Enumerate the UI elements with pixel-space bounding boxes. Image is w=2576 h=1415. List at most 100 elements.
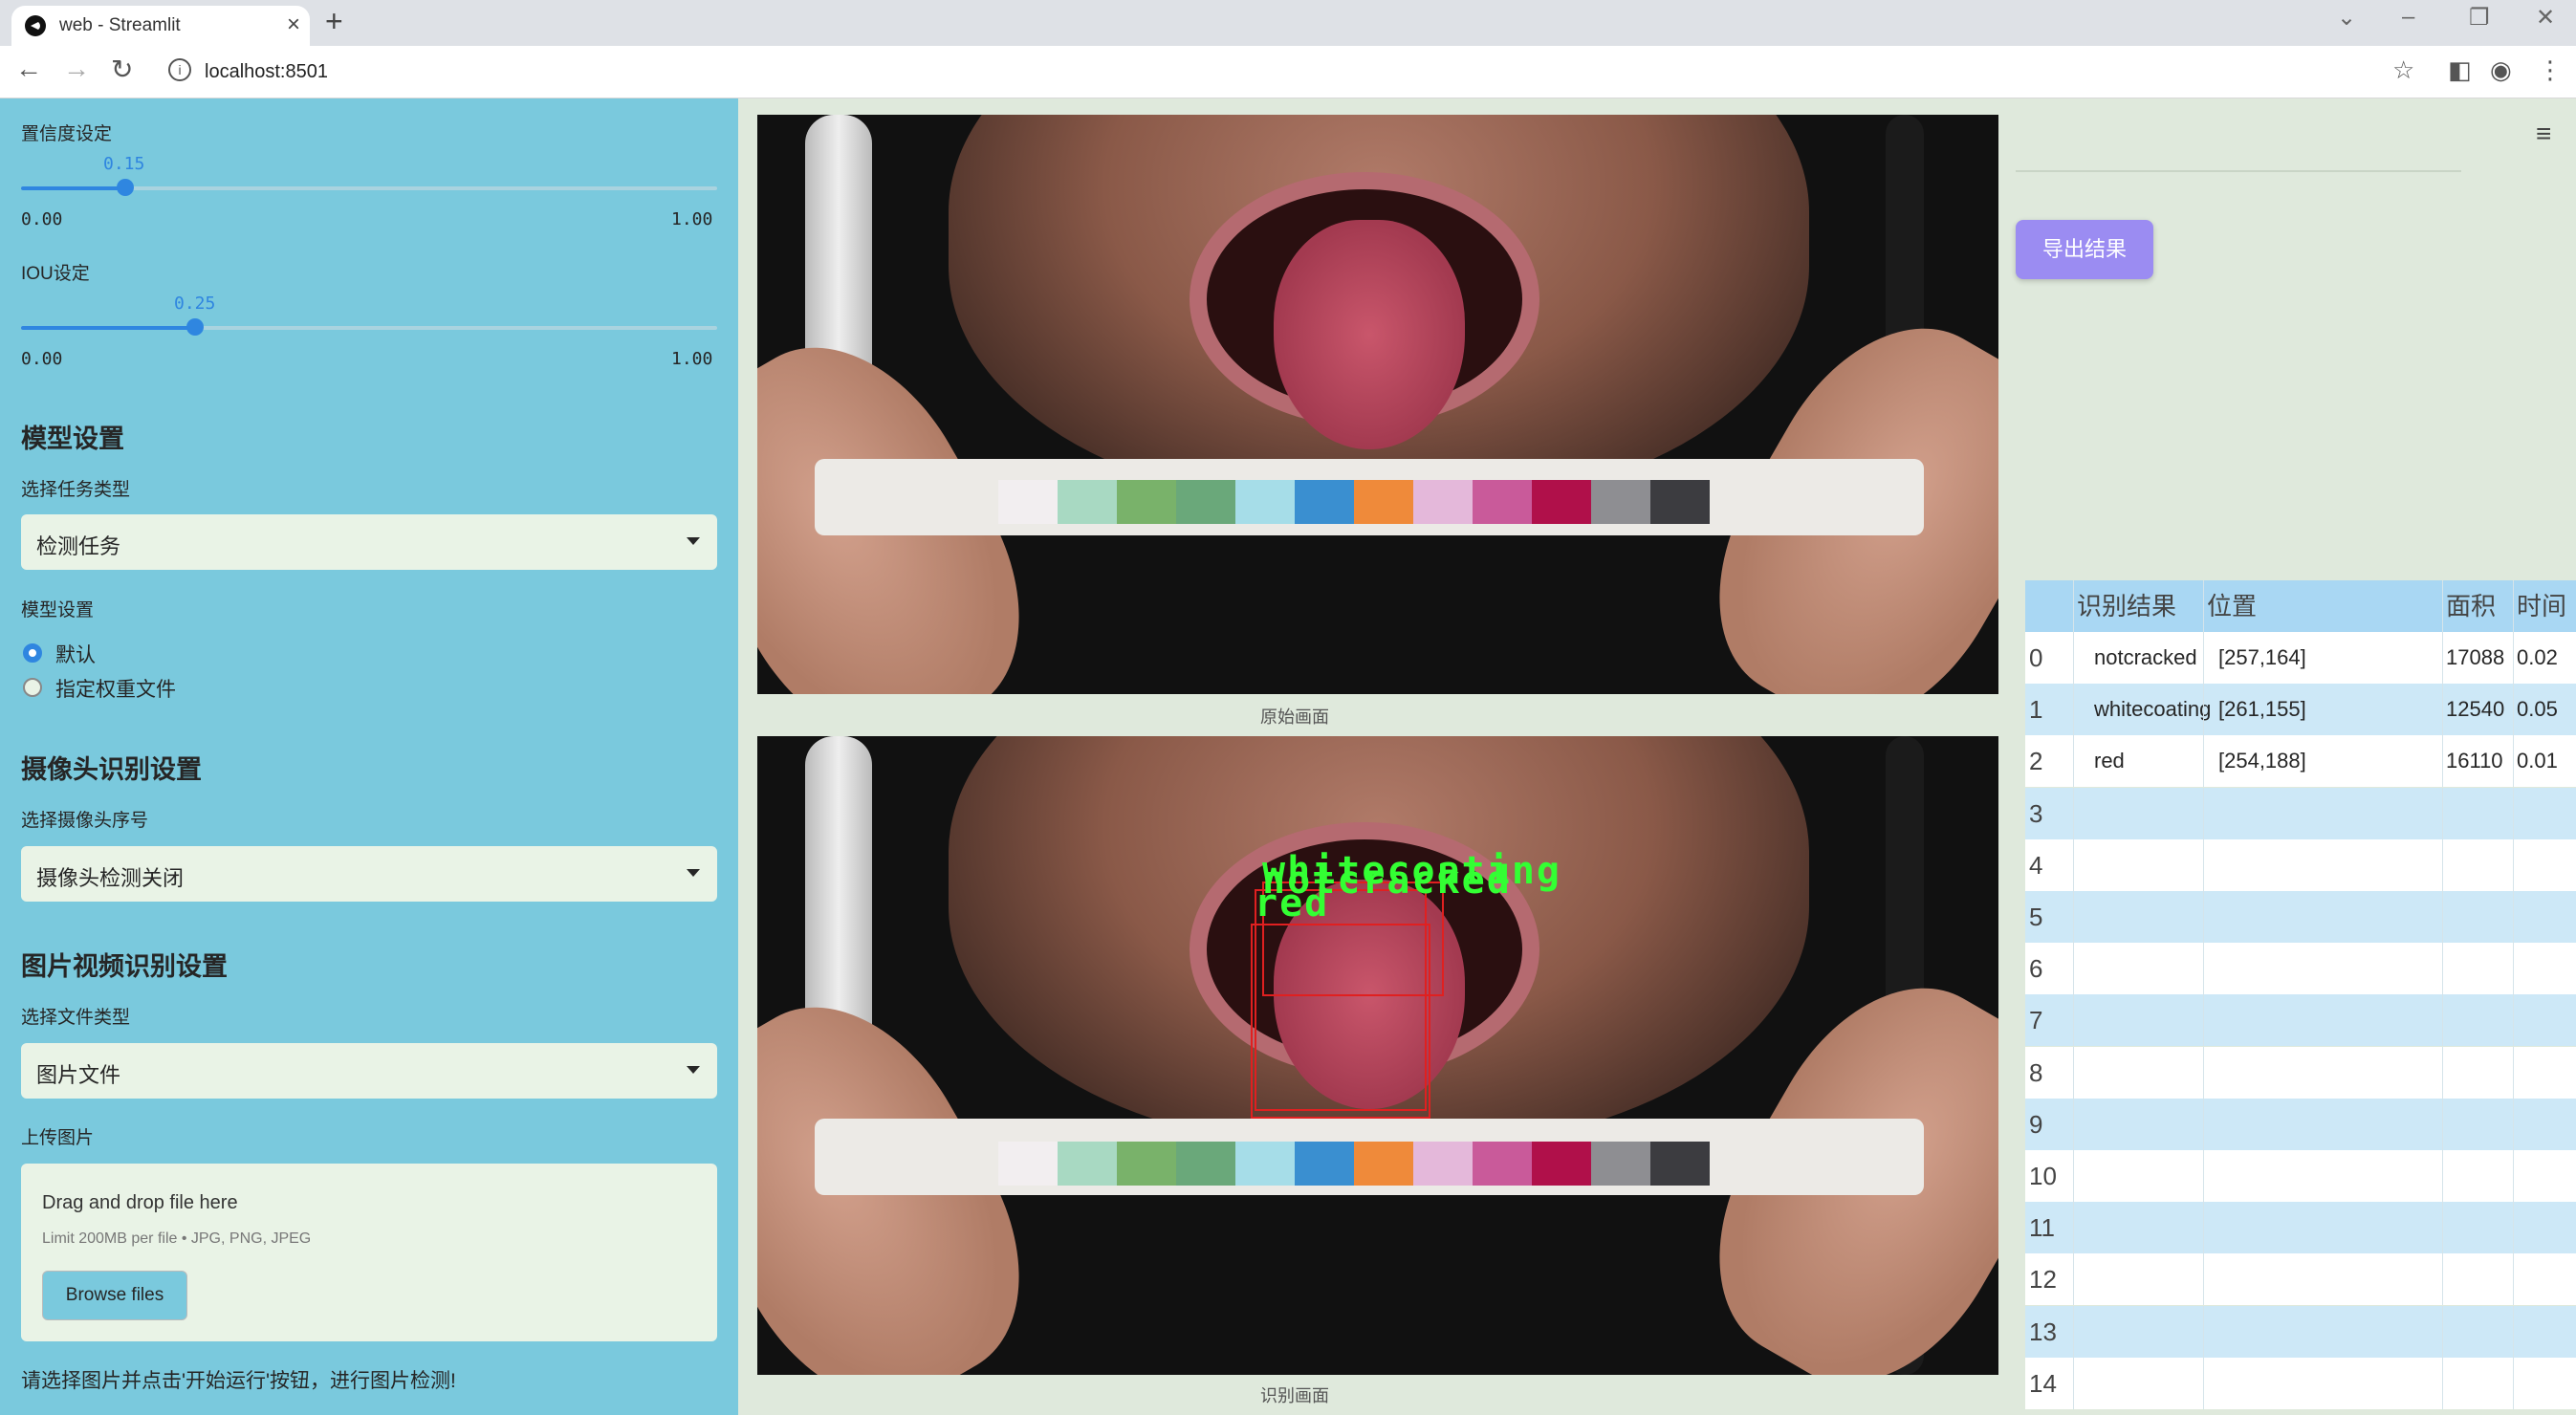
color-swatch [1591,1142,1650,1186]
color-swatch [1473,480,1532,524]
task-type-select[interactable]: 检测任务 [21,514,717,570]
table-row[interactable]: 3 [2025,787,2576,839]
table-row[interactable]: 1 whitecoating [261,155] 12540 0.05 [2025,684,2576,736]
column-separator [2073,1150,2074,1202]
color-swatch [1235,1142,1295,1186]
column-separator [2073,787,2074,839]
table-row[interactable]: 9 [2025,1098,2576,1150]
table-row[interactable]: 0 notcracked [257,164] 17088 0.02 [2025,632,2576,684]
url-field[interactable]: i localhost:8501 [157,54,2433,90]
table-cell: [261,155] [2218,697,2306,722]
bookmark-star-icon[interactable]: ☆ [2392,55,2414,85]
table-row[interactable]: 12 [2025,1253,2576,1306]
color-swatch [1650,1142,1710,1186]
iou-slider[interactable] [21,318,717,336]
table-cell [2094,1253,2224,1305]
restore-icon[interactable]: ❐ [2469,4,2490,32]
column-separator [2203,943,2204,995]
confidence-slider-thumb[interactable] [117,179,135,196]
radio-default-label[interactable]: 默认 [55,640,96,668]
column-separator [2513,1202,2514,1254]
camera-section-title: 摄像头识别设置 [21,755,202,784]
column-separator [2442,1305,2443,1358]
column-separator [2513,1150,2514,1202]
table-cell [2218,1047,2434,1099]
tab-search-icon[interactable]: ⌄ [2337,4,2356,32]
column-separator [2073,684,2074,736]
streamlit-favicon-icon [25,15,46,36]
table-cell [2517,943,2576,994]
radio-default[interactable] [23,643,42,663]
divider [2016,170,2461,172]
table-cell [2446,839,2513,891]
export-results-button[interactable]: 导出结果 [2016,220,2153,279]
tongue [1274,220,1465,449]
side-panel-icon[interactable]: ◧ [2448,55,2472,85]
close-tab-icon[interactable]: × [287,11,300,38]
table-cell [2094,891,2224,943]
confidence-label: 置信度设定 [21,124,113,144]
iou-slider-thumb[interactable] [186,318,204,336]
browser-menu-icon[interactable]: ⋮ [2538,55,2563,85]
table-row[interactable]: 11 [2025,1202,2576,1254]
color-swatch [1176,1142,1235,1186]
table-cell [2218,1099,2434,1150]
table-cell [2517,1253,2576,1305]
minimize-icon[interactable]: – [2402,4,2414,31]
table-cell: 9 [2029,1109,2043,1139]
site-info-icon[interactable]: i [168,58,191,81]
color-swatch [1591,480,1650,524]
file-type-select[interactable]: 图片文件 [21,1043,717,1099]
color-swatch [1058,480,1117,524]
table-row[interactable]: 14 [2025,1357,2576,1409]
column-separator [2513,580,2514,632]
browse-files-button[interactable]: Browse files [42,1271,187,1320]
url-text[interactable]: localhost:8501 [205,61,328,83]
table-cell: 8 [2029,1057,2043,1087]
table-cell: 12 [2029,1265,2057,1295]
table-cell: [254,188] [2218,749,2306,773]
table-row[interactable]: 4 [2025,838,2576,891]
table-row[interactable]: 8 [2025,1046,2576,1099]
table-cell [2094,943,2224,994]
profile-avatar-icon[interactable]: ◉ [2490,55,2512,85]
column-separator [2513,684,2514,736]
radio-custom-weights-label[interactable]: 指定权重文件 [55,674,176,703]
table-cell [2094,1047,2224,1099]
table-row[interactable]: 13 [2025,1305,2576,1358]
column-separator [2513,994,2514,1047]
table-cell [2517,1099,2576,1150]
file-dropzone[interactable]: Drag and drop file here Limit 200MB per … [21,1164,717,1341]
address-bar: ← → ↻ i localhost:8501 ☆ ◧ ◉ ⋮ [0,46,2576,98]
table-row[interactable]: 6 [2025,943,2576,995]
browser-tab[interactable]: web - Streamlit × [11,6,310,46]
table-cell: 11 [2029,1213,2055,1243]
forward-icon[interactable]: → [63,54,90,84]
table-cell [2517,1202,2576,1253]
result-image: whitecoating notcracked red [757,736,1998,1375]
hamburger-menu-icon[interactable]: ≡ [2536,119,2551,149]
table-row[interactable]: 10 [2025,1150,2576,1202]
window-close-icon[interactable]: ✕ [2536,4,2555,32]
radio-custom-weights[interactable] [23,678,42,697]
new-tab-button[interactable]: + [325,4,343,39]
table-cell: 2 [2029,747,2043,776]
back-icon[interactable]: ← [15,54,42,84]
table-row[interactable]: 5 [2025,891,2576,943]
detection-hint: 请选择图片并点击'开始运行'按钮，进行图片检测! [21,1370,456,1392]
table-cell [2218,839,2434,891]
table-row[interactable]: 7 [2025,994,2576,1047]
column-separator [2513,1253,2514,1306]
table-cell [2446,891,2513,943]
column-separator [2073,943,2074,995]
table-cell [2218,1306,2434,1358]
table-row[interactable]: 2 red [254,188] 16110 0.01 [2025,735,2576,788]
confidence-max: 1.00 [671,209,713,229]
column-separator [2203,684,2204,736]
confidence-slider[interactable] [21,179,717,196]
confidence-slider-fill [21,186,126,190]
camera-select[interactable]: 摄像头检测关闭 [21,846,717,902]
column-separator [2442,1150,2443,1202]
reload-icon[interactable]: ↻ [111,54,133,85]
table-cell [2094,1099,2224,1150]
